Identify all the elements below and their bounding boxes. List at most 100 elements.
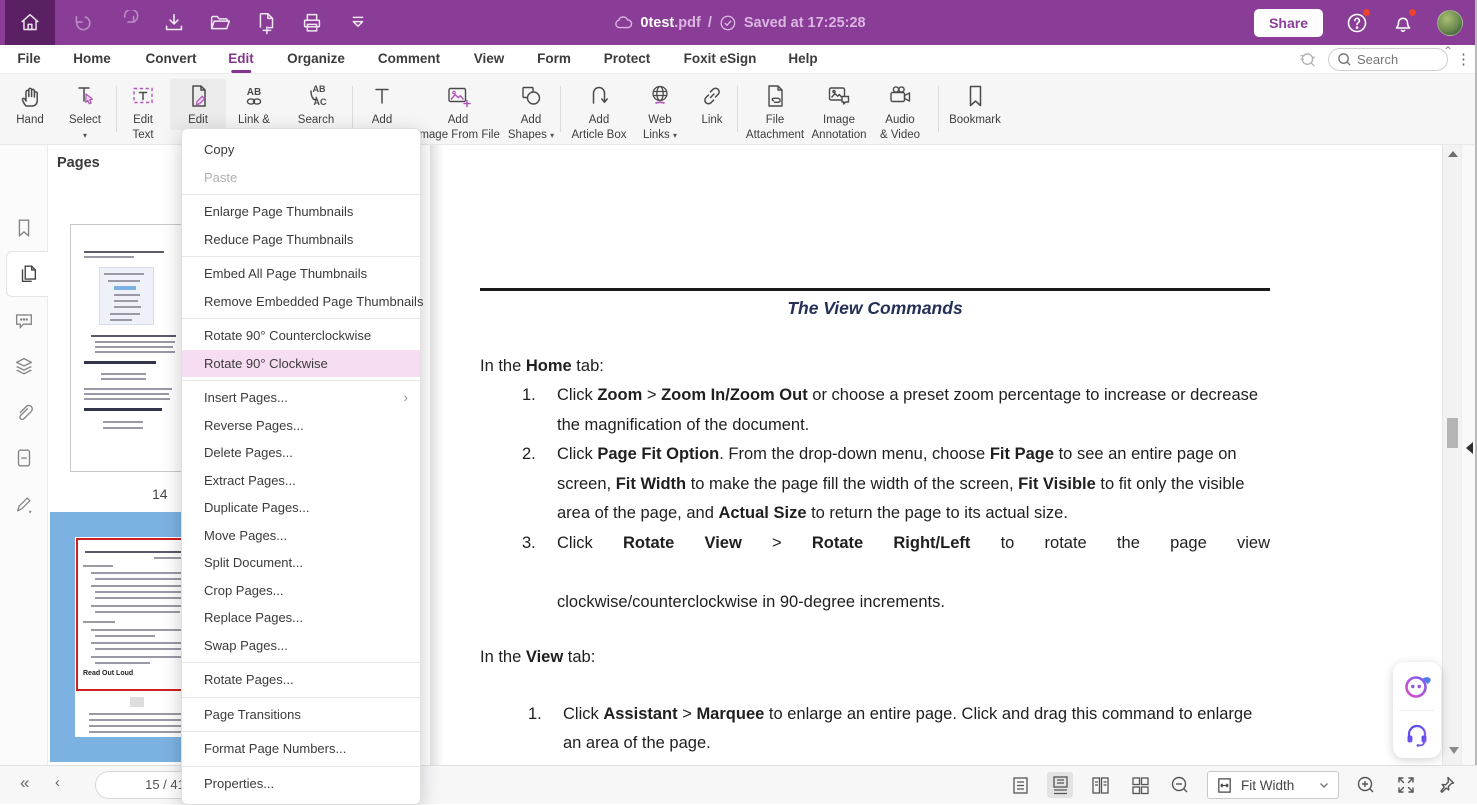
rail-bookmarks[interactable] <box>0 205 48 251</box>
pin-toolbar-button[interactable] <box>1433 772 1459 798</box>
customize-toolbar-icon[interactable] <box>345 10 371 36</box>
user-avatar[interactable] <box>1437 9 1463 36</box>
file-ext: .pdf <box>674 14 701 31</box>
tool-add-shapes[interactable]: Add Shapes ▾ <box>503 79 559 145</box>
menu-help[interactable]: Help <box>788 45 817 74</box>
rail-destinations[interactable] <box>0 435 48 481</box>
ctx-enlarge-thumbnails[interactable]: Enlarge Page Thumbnails <box>182 198 420 226</box>
search-history-icon[interactable] <box>1297 50 1323 70</box>
scrollbar-thumb[interactable] <box>1447 418 1458 448</box>
tool-edit-object[interactable]: Edit <box>170 79 226 130</box>
tool-select[interactable]: Select ▾ <box>57 79 113 145</box>
rail-attachments[interactable] <box>0 389 48 435</box>
share-button[interactable]: Share <box>1254 8 1323 37</box>
tool-link-join-text[interactable]: AB Link & <box>226 79 282 130</box>
ctx-copy[interactable]: Copy <box>182 136 420 164</box>
image-annotation-icon <box>828 87 850 105</box>
search-input[interactable] <box>1357 52 1437 67</box>
ctx-page-transitions[interactable]: Page Transitions <box>182 701 420 729</box>
home-button[interactable] <box>5 0 55 45</box>
tool-web-links[interactable]: Web Links ▾ <box>632 79 688 145</box>
ctx-extract-pages[interactable]: Extract Pages... <box>182 467 420 495</box>
menu-protect[interactable]: Protect <box>604 45 651 74</box>
ctx-rotate-cw[interactable]: Rotate 90° Clockwise <box>182 349 420 377</box>
tool-add-text[interactable]: Add <box>354 79 410 130</box>
scroll-up-icon[interactable] <box>1448 151 1458 157</box>
web-links-icon <box>652 85 668 105</box>
rail-layers[interactable] <box>0 343 48 389</box>
weblinks-dropdown-caret-icon: ▾ <box>673 131 678 140</box>
save-icon[interactable] <box>161 10 187 36</box>
previous-page-icon[interactable]: ‹ <box>55 774 60 791</box>
continuous-view-button[interactable] <box>1047 772 1073 798</box>
ctx-replace-pages[interactable]: Replace Pages... <box>182 604 420 632</box>
ctx-move-pages[interactable]: Move Pages... <box>182 522 420 550</box>
tool-search-replace[interactable]: AB AC Search <box>288 79 344 130</box>
redo-icon[interactable] <box>115 9 141 36</box>
menu-form[interactable]: Form <box>537 45 571 74</box>
collapse-panel-handle-icon[interactable] <box>1466 442 1473 454</box>
list-item-3: 3. Click Rotate View > Rotate Right/Left… <box>522 533 1270 611</box>
print-icon[interactable] <box>299 10 325 36</box>
menu-edit[interactable]: Edit <box>228 45 254 74</box>
create-pdf-icon[interactable] <box>253 10 279 36</box>
menu-file[interactable]: File <box>17 45 40 74</box>
tool-audio-video[interactable]: Audio & Video <box>872 79 928 145</box>
bookmarks-panel-icon <box>18 219 30 238</box>
notifications-button[interactable] <box>1391 8 1416 35</box>
assistant-collapse-icon[interactable] <box>1449 747 1459 754</box>
tool-edit-text[interactable]: Edit Text <box>115 79 171 145</box>
menu-convert[interactable]: Convert <box>145 45 196 74</box>
menu-comment[interactable]: Comment <box>378 45 440 74</box>
comments-panel-icon <box>15 314 33 329</box>
tool-bookmark[interactable]: Bookmark <box>929 79 1021 130</box>
more-options-icon[interactable]: ⋮ <box>1456 50 1471 68</box>
ctx-insert-pages[interactable]: Insert Pages... › <box>182 384 420 412</box>
rail-pages[interactable] <box>6 251 48 297</box>
ctx-reverse-pages[interactable]: Reverse Pages... <box>182 412 420 440</box>
document-view[interactable]: The View Commands In the Home tab: 1. Cl… <box>430 145 1442 765</box>
ctx-duplicate-pages[interactable]: Duplicate Pages... <box>182 494 420 522</box>
fit-mode-select[interactable]: Fit Width <box>1207 771 1339 799</box>
ctx-crop-pages[interactable]: Crop Pages... <box>182 577 420 605</box>
help-button[interactable] <box>1345 8 1370 35</box>
ctx-split-document[interactable]: Split Document... <box>182 549 420 577</box>
tool-add-image[interactable]: Add Image From File <box>412 79 504 145</box>
first-page-icon[interactable]: « <box>20 773 30 793</box>
support-headset-icon <box>1407 724 1427 747</box>
ctx-reduce-thumbnails[interactable]: Reduce Page Thumbnails <box>182 226 420 254</box>
menu-view[interactable]: View <box>474 45 505 74</box>
ai-assistant-button[interactable] <box>1393 662 1441 710</box>
svg-text:AB: AB <box>247 87 261 98</box>
rail-comments[interactable] <box>0 297 48 343</box>
page-14-thumbnail[interactable] <box>70 224 187 472</box>
zoom-in-button[interactable] <box>1353 772 1379 798</box>
ctx-format-page-numbers[interactable]: Format Page Numbers... <box>182 735 420 763</box>
ctx-paste[interactable]: Paste <box>182 164 420 192</box>
menu-foxit-esign[interactable]: Foxit eSign <box>684 45 757 74</box>
undo-icon[interactable] <box>69 10 95 36</box>
ctx-rotate-pages[interactable]: Rotate Pages... <box>182 666 420 694</box>
rail-signatures[interactable] <box>0 481 48 527</box>
zoom-out-button[interactable] <box>1167 772 1193 798</box>
ctx-swap-pages[interactable]: Swap Pages... <box>182 632 420 660</box>
open-folder-icon[interactable] <box>207 10 233 36</box>
fullscreen-button[interactable] <box>1393 772 1419 798</box>
home-icon <box>21 13 39 30</box>
ctx-rotate-ccw[interactable]: Rotate 90° Counterclockwise <box>182 322 420 350</box>
single-page-view-button[interactable] <box>1007 772 1033 798</box>
ctx-delete-pages[interactable]: Delete Pages... <box>182 439 420 467</box>
ctx-properties[interactable]: Properties... <box>182 770 420 798</box>
menu-home[interactable]: Home <box>73 45 111 74</box>
ctx-embed-thumbnails[interactable]: Embed All Page Thumbnails <box>182 260 420 288</box>
path-separator: / <box>707 14 712 31</box>
continuous-facing-view-button[interactable] <box>1127 772 1153 798</box>
collapse-ribbon-icon[interactable]: ⌃ <box>1443 44 1453 58</box>
tool-hand[interactable]: Hand <box>2 79 58 130</box>
vertical-scrollbar[interactable] <box>1442 145 1461 765</box>
ctx-remove-embedded-thumbnails[interactable]: Remove Embedded Page Thumbnails <box>182 288 423 316</box>
search-box[interactable] <box>1328 48 1448 71</box>
facing-view-button[interactable] <box>1087 772 1113 798</box>
menu-organize[interactable]: Organize <box>287 45 345 74</box>
support-button[interactable] <box>1393 711 1441 759</box>
